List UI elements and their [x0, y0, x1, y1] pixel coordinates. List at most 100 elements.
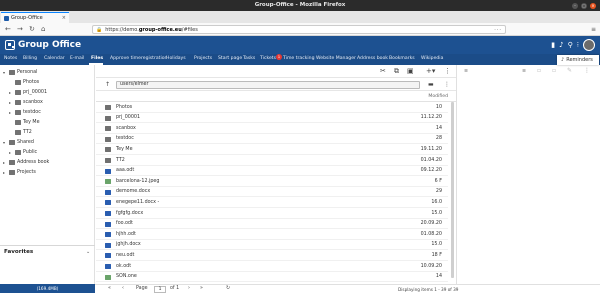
collapsed-arrow-icon[interactable]: ▸ — [9, 150, 13, 155]
more-options-icon[interactable]: ⋮ — [444, 81, 450, 88]
cut-icon[interactable]: ✂ — [380, 67, 386, 75]
prev-page-icon[interactable]: ‹ — [122, 286, 124, 291]
tree-node-personal[interactable]: ▾ Personal — [3, 67, 37, 77]
minimize-button[interactable]: – — [572, 2, 578, 9]
tree-node-label: prj_00001 — [23, 89, 48, 95]
save-icon[interactable]: ▪ — [522, 67, 526, 74]
file-row[interactable]: scanbox 14 — [96, 123, 448, 134]
forward-icon[interactable]: → — [17, 25, 23, 33]
up-folder-icon[interactable]: ↑ — [105, 81, 110, 88]
tree-node-testdoc[interactable]: ▸ testdoc — [9, 107, 41, 117]
browser-tab-group-office[interactable]: Group-Office × — [1, 12, 69, 23]
favorites-heading[interactable]: Favorites — [4, 249, 33, 255]
more-options-icon[interactable]: ⋮ — [444, 67, 451, 75]
back-icon[interactable]: ← — [5, 25, 11, 33]
file-row[interactable]: hjhh.odt 01.08.20 — [96, 229, 448, 240]
collapsed-arrow-icon[interactable]: ▸ — [3, 170, 7, 175]
module-tab-time-tracking[interactable]: Time tracking — [283, 56, 315, 61]
file-row[interactable]: Tey Me 19.11.20 — [96, 144, 448, 155]
close-window-button[interactable]: × — [590, 2, 596, 9]
collapsed-arrow-icon[interactable]: ▸ — [9, 90, 13, 95]
file-row[interactable]: foo.odt 20.09.20 — [96, 219, 448, 230]
file-row[interactable]: neu.odt 18 F — [96, 250, 448, 261]
document-file-icon — [105, 211, 111, 216]
next-page-icon[interactable]: › — [188, 286, 190, 291]
share-icon[interactable]: ▫ — [537, 67, 541, 74]
tree-node-tt2[interactable]: TT2 — [9, 127, 32, 137]
tree-node-address-book[interactable]: ▸ Address book — [3, 157, 49, 167]
chat-icon[interactable]: ▮ — [551, 41, 555, 49]
notifications-bell-icon[interactable]: ♪ — [559, 41, 563, 49]
more-options-icon[interactable]: ⋮ — [584, 67, 590, 74]
file-row[interactable]: aaa.odt 09.12.20 — [96, 166, 448, 177]
folder-icon — [105, 158, 111, 163]
file-row[interactable]: testdoc 28 — [96, 134, 448, 145]
file-row[interactable]: enegepe11.docx - 16.0 — [96, 197, 448, 208]
apps-grid-icon[interactable]: ⁝ — [577, 41, 579, 49]
module-tab-holidays[interactable]: Holidays — [166, 56, 186, 61]
file-list-scrollbar[interactable] — [451, 102, 454, 278]
collapsed-arrow-icon[interactable]: ▸ — [9, 110, 13, 115]
save-icon[interactable]: ▪ — [464, 67, 468, 74]
file-row[interactable]: demome.docx 29 — [96, 187, 448, 198]
file-row[interactable]: fgfgfg.docx 15.0 — [96, 208, 448, 219]
col-header-modified[interactable]: Modified — [428, 94, 448, 99]
url-field[interactable]: 🔒 https://demo.group-office.eu/#files ··… — [92, 25, 506, 34]
reminders-popup[interactable]: ♪ Reminders — [557, 55, 599, 65]
close-tab-icon[interactable]: × — [62, 15, 66, 21]
file-row[interactable]: Photos 10 — [96, 102, 448, 113]
page-number-input[interactable]: 1 — [154, 286, 166, 293]
tree-node-tey-me[interactable]: Tey Me — [9, 117, 40, 127]
file-row[interactable]: prj_00001 11.12.20 — [96, 113, 448, 124]
search-icon[interactable]: ⚲ — [568, 41, 573, 49]
reload-icon[interactable]: ↻ — [29, 25, 35, 33]
module-tab-tickets[interactable]: Tickets — [260, 56, 276, 61]
edit-icon[interactable]: ✎ — [567, 67, 572, 74]
app-logo[interactable]: Group Office — [5, 40, 81, 50]
maximize-button[interactable]: □ — [581, 2, 587, 9]
file-row[interactable]: SON.one 14 — [96, 272, 448, 283]
module-tab-start-page[interactable]: Start page — [218, 56, 242, 61]
module-tab-address-book[interactable]: Address book — [357, 56, 388, 61]
last-page-icon[interactable]: » — [200, 286, 203, 291]
collapsed-arrow-icon[interactable]: ▸ — [9, 100, 13, 105]
home-icon[interactable]: ⌂ — [41, 25, 45, 33]
tree-node-prj-00001[interactable]: ▸ prj_00001 — [9, 87, 47, 97]
tree-node-projects[interactable]: ▸ Projects — [3, 167, 36, 177]
copy-icon[interactable]: ⧉ — [394, 67, 399, 76]
user-avatar[interactable] — [583, 39, 595, 51]
module-tab-tasks[interactable]: Tasks — [243, 56, 255, 61]
module-tab-notes[interactable]: Notes — [4, 56, 17, 61]
browser-menu-icon[interactable]: ≡ — [591, 26, 596, 33]
expanded-arrow-icon[interactable]: ▾ — [3, 140, 7, 145]
collapsed-arrow-icon[interactable]: ▸ — [3, 160, 7, 165]
module-tab-wikipedia[interactable]: Wikipedia — [421, 56, 443, 61]
refresh-icon[interactable]: ↻ — [226, 286, 230, 291]
file-row[interactable]: ok.odt 10.09.20 — [96, 261, 448, 272]
tree-node-shared[interactable]: ▾ Shared — [3, 137, 34, 147]
chevron-down-icon[interactable]: ⌄ — [86, 249, 90, 255]
module-tab-billing[interactable]: Billing — [23, 56, 37, 61]
page-actions-icon[interactable]: ··· — [494, 27, 502, 33]
first-page-icon[interactable]: « — [108, 286, 111, 291]
print-icon[interactable]: ▫ — [552, 67, 556, 74]
module-tab-e-mail[interactable]: E-mail — [70, 56, 84, 61]
module-tab-projects[interactable]: Projects — [194, 56, 212, 61]
module-tab-bookmarks[interactable]: Bookmarks — [389, 56, 415, 61]
expanded-arrow-icon[interactable]: ▾ — [3, 70, 7, 75]
module-tab-website-manager[interactable]: Website Manager — [316, 56, 356, 61]
module-tab-calendar[interactable]: Calendar — [44, 56, 65, 61]
paste-icon[interactable]: ▣ — [407, 67, 414, 75]
tree-node-photos[interactable]: Photos — [9, 77, 39, 87]
tree-node-scanbox[interactable]: ▸ scanbox — [9, 97, 43, 107]
file-row[interactable]: barcelona-12.jpeg 6 F — [96, 176, 448, 187]
module-tab-approve-timeregistration[interactable]: Approve timeregistration — [110, 56, 167, 61]
search-bar-icon[interactable]: ▬ — [428, 81, 434, 88]
path-input[interactable]: users/elmer — [116, 81, 420, 89]
file-row[interactable]: TT2 01.04.20 — [96, 155, 448, 166]
add-menu-icon[interactable]: +▾ — [426, 67, 435, 75]
file-name: demome.docx — [116, 189, 151, 195]
file-row[interactable]: jghjh.docx 15.0 — [96, 240, 448, 251]
module-tab-files[interactable]: Files — [91, 56, 103, 61]
tree-node-public[interactable]: ▸ Public — [9, 147, 37, 157]
